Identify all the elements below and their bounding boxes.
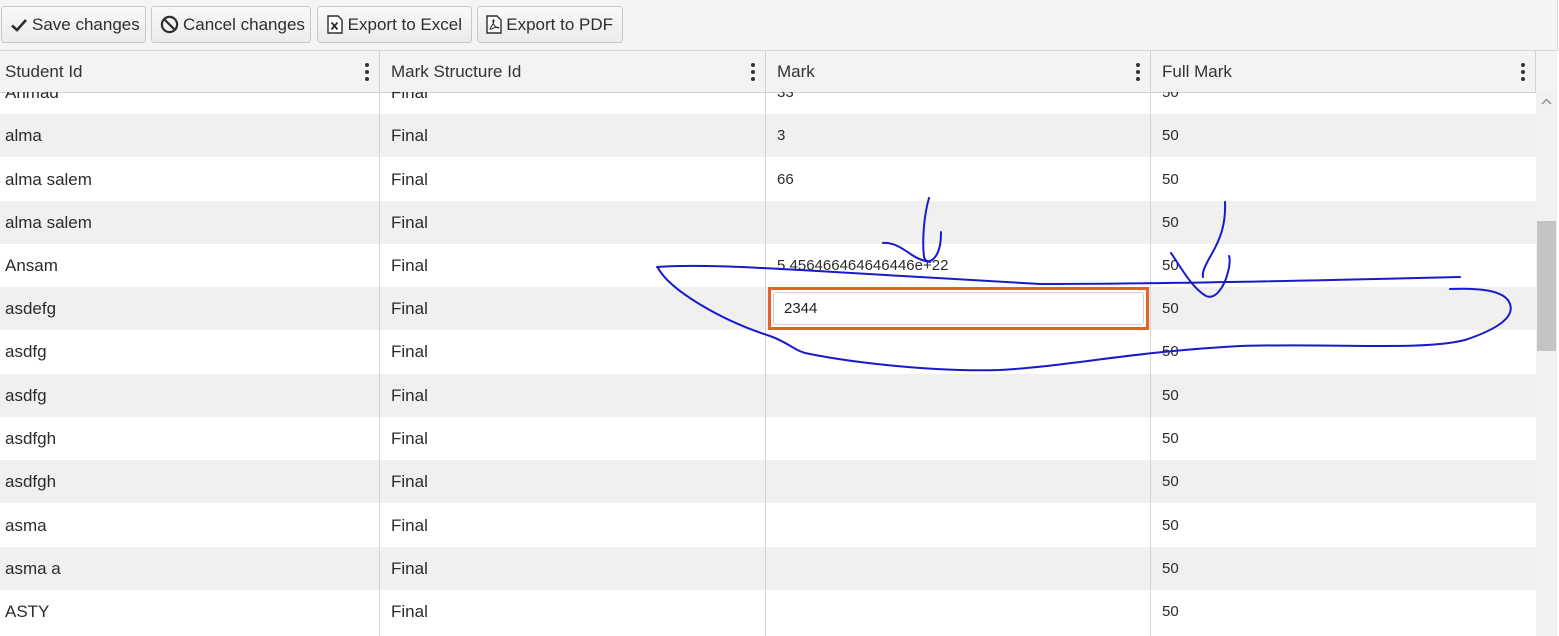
cell-mark-structure-id[interactable]: Final	[380, 114, 766, 157]
table-row[interactable]: asdfg Final 50	[0, 374, 1536, 417]
table-row[interactable]: asdfgh Final 50	[0, 417, 1536, 460]
excel-file-icon	[326, 15, 344, 35]
cancel-icon	[160, 15, 179, 35]
cell-mark-structure-id[interactable]: Final	[380, 460, 766, 503]
column-menu-icon[interactable]	[750, 63, 755, 81]
column-divider	[765, 92, 766, 636]
cell-full-mark[interactable]: 50	[1151, 504, 1536, 547]
cell-full-mark[interactable]: 50	[1151, 92, 1536, 114]
cell-mark-structure-id[interactable]: Final	[380, 417, 766, 460]
cell-student-id[interactable]: asdfg	[0, 330, 380, 373]
cancel-changes-button[interactable]: Cancel changes	[151, 6, 311, 43]
table-row[interactable]: Ansam Final 5.456466464646446e+22 50	[0, 244, 1536, 287]
export-excel-button[interactable]: Export to Excel	[317, 6, 472, 43]
cell-full-mark[interactable]: 50	[1151, 547, 1536, 590]
column-title: Full Mark	[1162, 62, 1232, 81]
cell-student-id[interactable]: asdefg	[0, 287, 380, 330]
mark-cell-editor	[768, 287, 1149, 330]
cell-student-id[interactable]: alma salem	[0, 201, 380, 244]
cell-mark-structure-id[interactable]: Final	[380, 590, 766, 633]
cell-student-id[interactable]: Ahmad	[0, 92, 380, 114]
cell-mark[interactable]	[766, 590, 1151, 633]
table-row[interactable]: Ahmad Final 33 50	[0, 92, 1536, 114]
column-title: Mark Structure Id	[391, 62, 522, 81]
cell-full-mark[interactable]: 50	[1151, 330, 1536, 373]
cell-mark[interactable]	[766, 201, 1151, 244]
column-menu-icon[interactable]	[1520, 63, 1525, 81]
column-divider	[379, 92, 380, 636]
cell-student-id[interactable]: asdfgh	[0, 460, 380, 503]
column-header-student-id[interactable]: Student Id	[0, 51, 380, 92]
cancel-changes-label: Cancel changes	[183, 14, 305, 34]
column-menu-icon[interactable]	[364, 63, 369, 81]
export-excel-label: Export to Excel	[347, 14, 462, 34]
table-row[interactable]: ASTY Final 50	[0, 590, 1536, 633]
cell-mark-structure-id[interactable]: Final	[380, 92, 766, 114]
column-title: Student Id	[5, 62, 83, 81]
cell-mark-structure-id[interactable]: Final	[380, 244, 766, 287]
table-row[interactable]: alma salem Final 66 50	[0, 158, 1536, 201]
table-row[interactable]: asdfgh Final 50	[0, 460, 1536, 503]
grid-body: Ahmad Final 33 50 alma Final 3 50 alma s…	[0, 92, 1536, 636]
cell-mark[interactable]: 66	[766, 158, 1151, 201]
cell-mark-structure-id[interactable]: Final	[380, 504, 766, 547]
grid-header: Student Id Mark Structure Id Mark Full M…	[0, 51, 1536, 93]
table-row[interactable]: alma salem Final 50	[0, 201, 1536, 244]
table-row[interactable]: asdfg Final 50	[0, 330, 1536, 373]
cell-full-mark[interactable]: 50	[1151, 114, 1536, 157]
cell-mark-structure-id[interactable]: Final	[380, 287, 766, 330]
cell-mark[interactable]: 5.456466464646446e+22	[766, 244, 1151, 287]
scrollbar-corner	[1536, 51, 1557, 93]
cell-mark-structure-id[interactable]: Final	[380, 330, 766, 373]
scroll-up-arrow-icon[interactable]	[1540, 96, 1553, 108]
column-header-mark-structure-id[interactable]: Mark Structure Id	[380, 51, 766, 92]
cell-student-id[interactable]: asdfg	[0, 374, 380, 417]
cell-student-id[interactable]: asma a	[0, 547, 380, 590]
cell-full-mark[interactable]: 50	[1151, 158, 1536, 201]
cell-mark-structure-id[interactable]: Final	[380, 374, 766, 417]
cell-mark-structure-id[interactable]: Final	[380, 547, 766, 590]
cell-full-mark[interactable]: 50	[1151, 590, 1536, 633]
column-header-mark[interactable]: Mark	[766, 51, 1151, 92]
export-pdf-button[interactable]: Export to PDF	[477, 6, 623, 43]
cell-full-mark[interactable]: 50	[1151, 374, 1536, 417]
cell-student-id[interactable]: alma	[0, 114, 380, 157]
cell-full-mark[interactable]: 50	[1151, 244, 1536, 287]
cell-full-mark[interactable]: 50	[1151, 287, 1536, 330]
mark-edit-input[interactable]	[773, 292, 1144, 325]
cell-mark[interactable]	[766, 330, 1151, 373]
column-title: Mark	[777, 62, 815, 81]
column-menu-icon[interactable]	[1135, 63, 1140, 81]
cell-mark[interactable]	[766, 417, 1151, 460]
cell-student-id[interactable]: asma	[0, 504, 380, 547]
cell-mark[interactable]	[766, 374, 1151, 417]
cell-full-mark[interactable]: 50	[1151, 201, 1536, 244]
cell-full-mark[interactable]: 50	[1151, 460, 1536, 503]
scrollbar-thumb[interactable]	[1537, 221, 1556, 351]
column-header-full-mark[interactable]: Full Mark	[1151, 51, 1536, 92]
cell-student-id[interactable]: asdfgh	[0, 417, 380, 460]
cell-mark-structure-id[interactable]: Final	[380, 201, 766, 244]
cell-student-id[interactable]: ASTY	[0, 590, 380, 633]
grid-toolbar: Save changes Cancel changes Export to Ex…	[0, 0, 1558, 51]
cell-student-id[interactable]: alma salem	[0, 158, 380, 201]
check-icon	[10, 15, 28, 35]
table-row[interactable]: asma a Final 50	[0, 547, 1536, 590]
cell-mark[interactable]	[766, 460, 1151, 503]
cell-mark[interactable]: 3	[766, 114, 1151, 157]
export-pdf-label: Export to PDF	[506, 14, 613, 34]
save-changes-button[interactable]: Save changes	[1, 6, 146, 43]
vertical-scrollbar[interactable]	[1536, 92, 1557, 636]
cell-mark-structure-id[interactable]: Final	[380, 158, 766, 201]
cell-full-mark[interactable]: 50	[1151, 417, 1536, 460]
pdf-file-icon	[486, 15, 502, 35]
table-row[interactable]: asma Final 50	[0, 504, 1536, 547]
column-divider	[1150, 92, 1151, 636]
cell-student-id[interactable]: Ansam	[0, 244, 380, 287]
save-changes-label: Save changes	[32, 14, 140, 34]
cell-mark[interactable]	[766, 547, 1151, 590]
table-row[interactable]: alma Final 3 50	[0, 114, 1536, 157]
cell-mark[interactable]: 33	[766, 92, 1151, 114]
cell-mark[interactable]	[766, 504, 1151, 547]
